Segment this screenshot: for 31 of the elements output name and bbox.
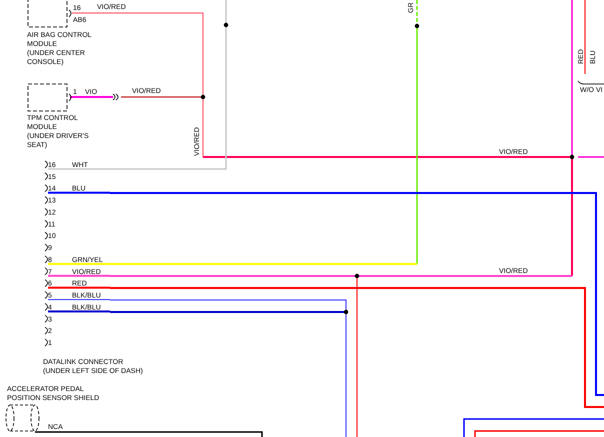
connector-pin-icon	[44, 291, 48, 299]
connector-pin-icon	[68, 10, 72, 18]
connector-pin-icon	[44, 244, 48, 252]
splice-dot	[354, 274, 360, 278]
connector-pin-icon	[44, 314, 48, 323]
module-box	[28, 84, 68, 112]
splice-dot	[570, 154, 574, 160]
splice-dot	[414, 24, 420, 28]
connector-pin-icon	[44, 303, 48, 311]
splice-dot	[200, 94, 206, 100]
wire	[578, 156, 604, 158]
module-box	[28, 0, 68, 28]
shield-icon	[6, 404, 40, 432]
wire	[416, 0, 418, 22]
connector-pin-icon	[44, 267, 48, 276]
connector-pin-icon	[44, 256, 48, 264]
connector-pin-icon	[44, 232, 48, 240]
connector-pin-icon	[68, 94, 72, 102]
splice-dot	[344, 310, 348, 314]
connector-pin-icon	[44, 220, 48, 228]
connector-pin-icon	[44, 184, 48, 192]
connector-pin-icon	[44, 196, 48, 204]
splice-dot	[224, 22, 228, 28]
connector-pin-icon	[44, 172, 48, 180]
connector-pin-icon	[44, 279, 48, 288]
connector-pin-icon	[44, 208, 48, 216]
connector-pin-icon	[44, 160, 48, 168]
connector-pin-icon	[44, 338, 48, 346]
connector-pin-icon	[44, 326, 48, 335]
wire	[578, 80, 604, 84]
inline-connector-icon	[112, 94, 118, 100]
